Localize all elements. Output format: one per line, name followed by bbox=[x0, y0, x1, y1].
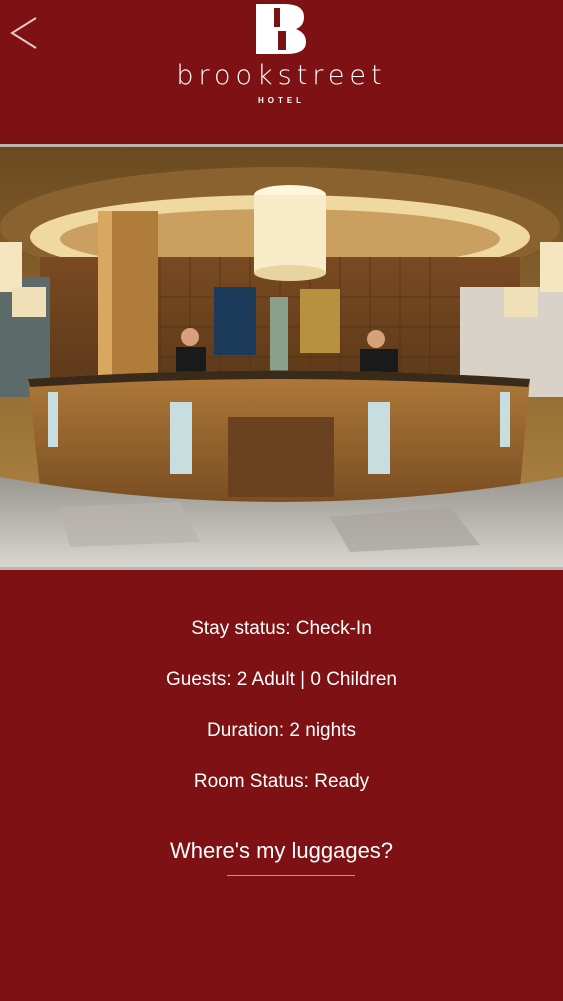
duration-text: Duration: 2 nights bbox=[207, 720, 356, 741]
brand-logo: brookstreet HOTEL bbox=[160, 2, 403, 112]
luggage-link-underline bbox=[227, 875, 355, 876]
guests-text: Guests: 2 Adult | 0 Children bbox=[166, 669, 397, 690]
app-header: brookstreet HOTEL bbox=[0, 0, 563, 140]
brand-name: brookstreet bbox=[176, 60, 387, 91]
room-status-text: Room Status: Ready bbox=[193, 771, 370, 792]
luggage-link[interactable]: Where's my luggages? bbox=[0, 838, 563, 864]
brand-subtitle: HOTEL bbox=[257, 96, 306, 105]
back-arrow-icon bbox=[10, 17, 37, 49]
stay-status-text: Stay status: Check-In bbox=[191, 618, 372, 639]
logo-mark-icon bbox=[256, 4, 306, 54]
lobby-photo-illustration bbox=[0, 147, 563, 567]
back-button[interactable] bbox=[8, 14, 42, 52]
hotel-lobby-image bbox=[0, 144, 563, 570]
